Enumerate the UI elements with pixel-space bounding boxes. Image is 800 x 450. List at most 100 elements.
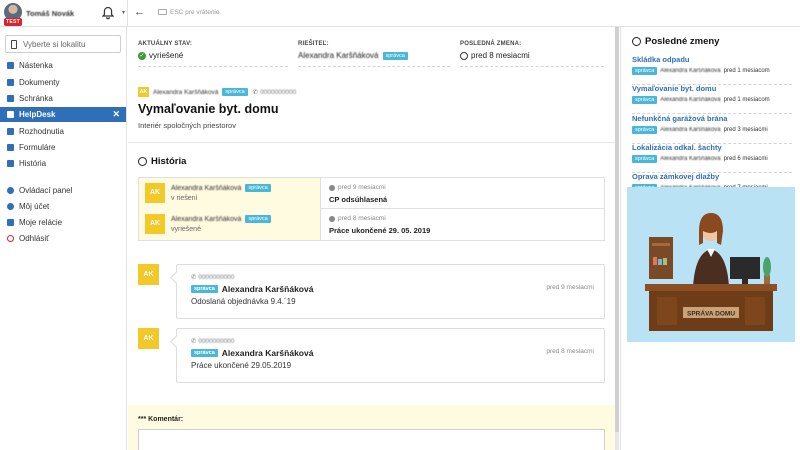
user-avatar[interactable]: TEST	[4, 3, 22, 26]
main-content: AKTUÁLNY STAV: ✓ vyriešené RIEŠITEĽ: Alex…	[128, 27, 615, 450]
comment-form: *** Komentár:	[128, 405, 615, 450]
history-table: AK Alexandra Karšňáková správca v riešení…	[138, 177, 605, 241]
recent-item-title[interactable]: Oprava zámkovej dlažby	[632, 172, 792, 181]
sidebar-item-formulare[interactable]: Formuláre	[0, 140, 126, 155]
sidebar-item-label: Ovládací panel	[19, 186, 73, 195]
author-name: Alexandra Karšňáková	[153, 88, 219, 96]
helpdesk-icon	[7, 111, 14, 118]
comment-label: *** Komentár:	[138, 416, 184, 423]
clock-icon	[329, 215, 335, 222]
history-heading: História	[138, 156, 186, 167]
sidebar-item-schranka[interactable]: Schránka	[0, 91, 126, 106]
history-text: Práce ukončené 29. 05. 2019	[329, 226, 431, 235]
comment-author: Alexandra Karšňáková	[221, 284, 314, 294]
role-badge: správca	[382, 51, 408, 60]
recent-item[interactable]: Vymaľovanie byt. domu správca Alexandra K…	[632, 84, 792, 114]
comment-input[interactable]	[138, 429, 605, 450]
location-select[interactable]: Vyberte si lokalitu	[5, 35, 121, 53]
role-badge: správca	[245, 215, 271, 223]
user-name[interactable]: Tomáš Novák	[26, 9, 74, 18]
recent-item-title[interactable]: Skládka odpadu	[632, 55, 792, 64]
avatar: AK	[138, 264, 159, 285]
sidebar-item-label: História	[19, 159, 47, 168]
phone-icon: ✆	[252, 89, 259, 96]
sidebar-item-label: Formuláre	[19, 143, 56, 152]
desk-sign-text: SPRÁVA DOMU	[687, 309, 735, 318]
sidebar-item-moje-relacie[interactable]: Moje relácie	[0, 215, 126, 230]
recent-item-title[interactable]: Vymaľovanie byt. domu	[632, 84, 792, 93]
bell-icon[interactable]	[101, 6, 115, 20]
sidebar-item-label: Odhlásiť	[19, 234, 50, 243]
comment-text: Odoslaná objednávka 9.4.´19	[191, 297, 296, 306]
sidebar-item-moj-ucet[interactable]: Môj účet	[0, 199, 126, 214]
sidebar-item-dokumenty[interactable]: Dokumenty	[0, 75, 126, 90]
recent-item[interactable]: Lokalizácia odkal. šachty správca Alexand…	[632, 143, 792, 173]
sidebar: Vyberte si lokalitu Nástenka Dokumenty S…	[0, 27, 127, 450]
sidebar-item-nastenka[interactable]: Nástenka	[0, 58, 126, 73]
desk-top	[645, 284, 777, 291]
changed-value: pred 8 mesiacmi	[471, 51, 530, 60]
clock-icon	[329, 184, 335, 191]
main-scrollbar[interactable]	[615, 27, 619, 450]
scrollbar-thumb[interactable]	[615, 27, 619, 432]
role-badge: správca	[632, 67, 658, 75]
changed-label: POSLEDNÁ ZMENA:	[460, 41, 522, 47]
history-title: História	[151, 156, 187, 167]
ticket-subtitle: Interiér spoločných priestorov	[138, 121, 236, 130]
history-text: CP odsúhlasená	[329, 195, 388, 204]
role-badge: správca	[191, 349, 218, 357]
avatar: AK	[138, 328, 159, 349]
history-row: AK Alexandra Karšňáková správca vyriešené…	[139, 209, 604, 240]
history-time: pred 8 mesiacmi	[338, 215, 386, 222]
power-icon	[7, 235, 14, 242]
recent-item-author: Alexandra Karšňáková	[660, 127, 721, 133]
recent-item-title[interactable]: Lokalizácia odkal. šachty	[632, 143, 792, 152]
building-icon	[11, 40, 17, 49]
comment: AK ✆ 0000000000 správca Alexandra Karšňák…	[138, 328, 605, 383]
sidebar-item-helpdesk[interactable]: HelpDesk ✕	[0, 107, 126, 122]
status-assignee: RIEŠITEĽ: Alexandra Karšňáková správca	[298, 41, 450, 67]
recent-item-time: pred 1 mesiacom	[723, 97, 770, 103]
history-author-name: Alexandra Karšňáková	[171, 184, 242, 192]
check-icon: ✓	[138, 51, 146, 60]
session-icon	[7, 219, 14, 226]
avatar: AK	[145, 214, 165, 234]
history-row: AK Alexandra Karšňáková správca v riešení…	[139, 178, 604, 209]
recent-item-author: Alexandra Karšňáková	[660, 68, 721, 74]
sidebar-item-odhlasit[interactable]: Odhlásiť	[0, 231, 126, 246]
sidebar-item-historia[interactable]: História	[0, 156, 126, 171]
sidebar-item-rozhodnutia[interactable]: Rozhodnutia	[0, 124, 126, 139]
sidebar-item-ovladaci-panel[interactable]: Ovládací panel	[0, 183, 126, 198]
comment-phone: 0000000000	[198, 274, 235, 281]
history-icon	[7, 160, 14, 167]
ticket-title: Vymaľovanie byt. domu	[138, 102, 279, 116]
keyboard-icon	[158, 9, 167, 15]
divider	[127, 0, 128, 27]
recent-item-author: Alexandra Karšňáková	[660, 97, 721, 103]
chevron-down-icon[interactable]: ▾	[122, 9, 125, 16]
back-arrow-icon[interactable]: ←	[134, 6, 145, 18]
recent-item-title[interactable]: Nefunkčná garážová brána	[632, 114, 792, 123]
location-placeholder: Vyberte si lokalitu	[23, 40, 86, 49]
reception-scene: SPRÁVA DOMU	[627, 187, 795, 342]
test-badge: TEST	[4, 18, 22, 26]
close-icon[interactable]: ✕	[112, 109, 120, 120]
reception-illustration: SPRÁVA DOMU	[627, 187, 795, 342]
history-icon	[138, 157, 147, 166]
monitor-shape	[730, 257, 760, 279]
state-value: vyriešené	[149, 51, 184, 60]
clock-icon	[632, 37, 641, 46]
divider	[128, 142, 615, 143]
status-state: AKTUÁLNY STAV: ✓ vyriešené	[138, 41, 288, 67]
recent-item[interactable]: Skládka odpadu správca Alexandra Karšňáko…	[632, 55, 792, 85]
sidebar-item-label: Nástenka	[19, 61, 53, 70]
comment-text: Práce ukončené 29.05.2019	[191, 361, 292, 370]
sidebar-item-label: HelpDesk	[19, 110, 56, 119]
recent-item-time: pred 3 mesiacmi	[723, 127, 768, 133]
comment-phone: 0000000000	[198, 338, 235, 345]
state-label: AKTUÁLNY STAV:	[138, 41, 193, 47]
recent-item[interactable]: Nefunkčná garážová brána správca Alexandr…	[632, 114, 792, 144]
author-phone: 0000000000	[260, 88, 297, 96]
role-badge: správca	[632, 96, 658, 104]
esc-hint-text: ESC pre vrátenie	[170, 9, 220, 16]
